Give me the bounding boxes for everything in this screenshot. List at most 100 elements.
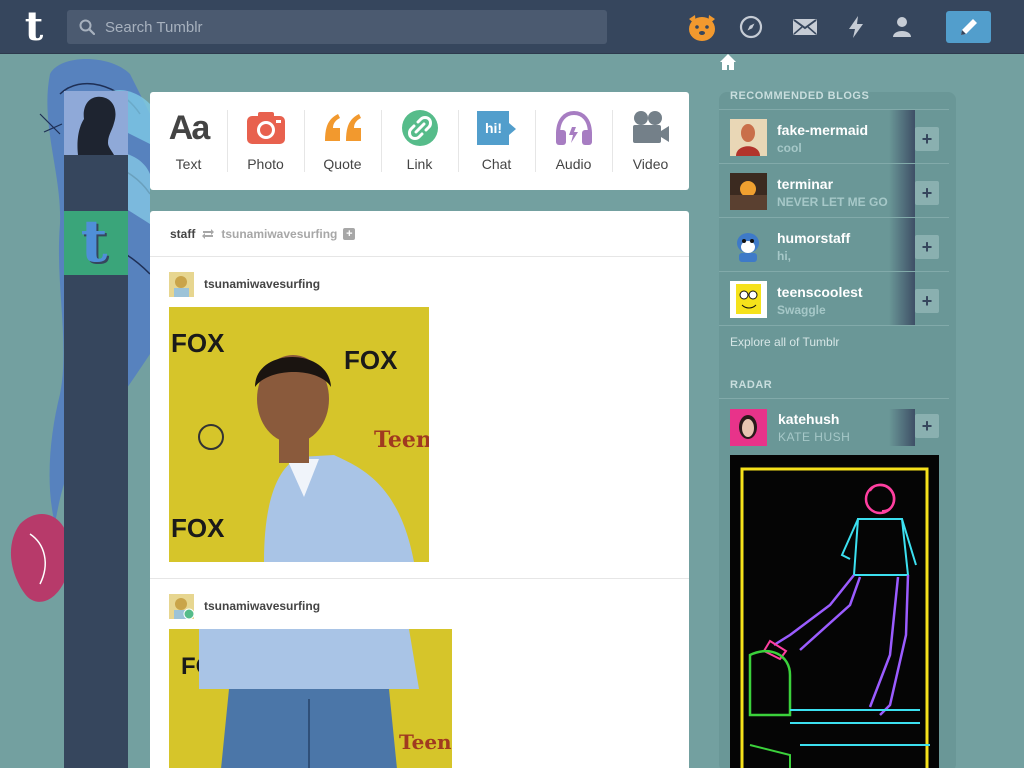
video-camera-icon xyxy=(629,108,673,148)
follow-button[interactable]: + xyxy=(915,289,939,313)
svg-text:FOX: FOX xyxy=(344,345,398,375)
dashboard-dog-icon[interactable] xyxy=(684,10,720,44)
post-type-quote[interactable]: Quote xyxy=(304,92,381,190)
photo-image: FOX FOX FOX Teen xyxy=(169,307,429,562)
post-photo[interactable]: FO Teen xyxy=(169,629,452,768)
fade xyxy=(889,110,915,163)
post-type-label: Link xyxy=(406,156,433,172)
recommended-blog-item[interactable]: fake-mermaid cool + xyxy=(719,110,949,164)
post-type-text[interactable]: Aa Text xyxy=(150,92,227,190)
post-type-photo[interactable]: Photo xyxy=(227,92,304,190)
tumblr-logo[interactable]: t xyxy=(18,7,50,47)
blog-avatar[interactable] xyxy=(730,281,767,318)
recommended-blog-item[interactable]: terminar NEVER LET ME GO + xyxy=(719,164,949,218)
blog-subtitle: KATE HUSH xyxy=(778,430,851,444)
post: tsunamiwavesurfing FO Teen xyxy=(150,579,689,768)
post-type-link[interactable]: Link xyxy=(381,92,458,190)
camera-icon xyxy=(244,108,288,148)
radar-heading: RADAR xyxy=(730,379,773,391)
post-username[interactable]: tsunamiwavesurfing xyxy=(204,599,320,613)
follow-button[interactable]: + xyxy=(915,181,939,205)
blog-name[interactable]: fake-mermaid xyxy=(777,122,868,138)
divider xyxy=(719,398,949,399)
blog-name[interactable]: terminar xyxy=(777,176,833,192)
follow-button[interactable]: + xyxy=(915,414,939,438)
account-person-icon[interactable] xyxy=(887,12,917,42)
search-bar[interactable] xyxy=(67,10,607,44)
neon-figure-image xyxy=(730,455,939,768)
recommended-blog-item[interactable]: humorstaff hi, + xyxy=(719,218,949,272)
home-dog-icon xyxy=(689,15,715,41)
reblog-source-link[interactable]: tsunamiwavesurfing xyxy=(221,227,337,241)
activity-lightning-icon[interactable] xyxy=(841,12,871,42)
radar-post-image[interactable] xyxy=(730,455,939,768)
link-icon xyxy=(398,108,442,148)
svg-text:Teen: Teen xyxy=(374,427,429,453)
follow-plus-icon[interactable]: + xyxy=(343,227,356,240)
dashboard-feed: staff tsunamiwavesurfing + tsunamiwavesu… xyxy=(150,211,689,768)
reblog-author-link[interactable]: staff xyxy=(170,227,195,241)
text-icon: Aa xyxy=(167,108,211,148)
post-author: tsunamiwavesurfing xyxy=(169,593,670,619)
envelope-icon xyxy=(793,19,817,35)
post-type-video[interactable]: Video xyxy=(612,92,689,190)
recommended-blogs-heading: RECOMMENDED BLOGS xyxy=(730,90,870,102)
post-author: tsunamiwavesurfing xyxy=(169,271,670,297)
svg-text:Teen: Teen xyxy=(399,730,452,754)
blog-subtitle: hi, xyxy=(777,249,791,263)
fade xyxy=(889,164,915,217)
headphones-icon xyxy=(552,108,596,148)
blog-subtitle: NEVER LET ME GO xyxy=(777,195,888,209)
avatar-silhouette-icon xyxy=(64,91,128,155)
fade xyxy=(889,272,915,325)
blog-name[interactable]: katehush xyxy=(778,411,839,427)
staff-avatar[interactable]: t t xyxy=(64,211,128,275)
reblog-header: staff tsunamiwavesurfing + xyxy=(150,211,689,257)
post: tsunamiwavesurfing FOX FOX FOX Teen xyxy=(150,257,689,579)
post-type-chat[interactable]: hi! Chat xyxy=(458,92,535,190)
blog-avatar[interactable] xyxy=(730,409,767,446)
home-icon[interactable] xyxy=(718,52,738,72)
follow-button[interactable]: + xyxy=(915,235,939,259)
person-icon xyxy=(893,17,911,37)
user-avatar[interactable] xyxy=(64,91,128,155)
compose-button[interactable] xyxy=(946,11,991,43)
explore-compass-icon[interactable] xyxy=(736,12,766,42)
post-type-label: Text xyxy=(175,156,202,172)
post-avatar[interactable] xyxy=(169,593,195,619)
svg-text:t: t xyxy=(81,215,108,271)
blog-avatar[interactable] xyxy=(730,227,767,264)
svg-text:FOX: FOX xyxy=(171,513,225,543)
left-avatar-rail xyxy=(64,91,128,768)
blog-avatar[interactable] xyxy=(730,119,767,156)
blog-subtitle: Swaggle xyxy=(777,303,826,317)
inbox-mail-icon[interactable] xyxy=(790,12,820,42)
post-username[interactable]: tsunamiwavesurfing xyxy=(204,277,320,291)
radar-blog-item[interactable]: katehush KATE HUSH + xyxy=(719,400,949,452)
follow-button[interactable]: + xyxy=(915,127,939,151)
recommended-blog-item[interactable]: teenscoolest Swaggle + xyxy=(719,272,949,326)
post-avatar[interactable] xyxy=(169,271,194,297)
quote-icon xyxy=(321,108,365,148)
compass-icon xyxy=(739,15,763,39)
blog-avatar[interactable] xyxy=(730,173,767,210)
text-icon-glyph: Aa xyxy=(168,108,210,147)
post-type-label: Video xyxy=(632,156,669,172)
reblog-icon xyxy=(202,228,215,239)
lightning-icon xyxy=(849,16,863,38)
fade xyxy=(889,218,915,271)
pencil-icon xyxy=(960,19,977,35)
blog-name[interactable]: teenscoolest xyxy=(777,284,863,300)
blog-name[interactable]: humorstaff xyxy=(777,230,850,246)
post-type-audio[interactable]: Audio xyxy=(535,92,612,190)
post-type-label: Chat xyxy=(481,156,512,172)
top-nav-bar: t xyxy=(0,0,1024,54)
search-icon xyxy=(79,19,95,35)
post-photo[interactable]: FOX FOX FOX Teen xyxy=(169,307,429,562)
search-input[interactable] xyxy=(105,10,595,44)
chat-icon-text: hi! xyxy=(484,120,503,136)
post-type-label: Photo xyxy=(247,156,284,172)
post-type-label: Audio xyxy=(555,156,592,172)
explore-all-link[interactable]: Explore all of Tumblr xyxy=(730,335,839,349)
fade xyxy=(889,409,915,446)
